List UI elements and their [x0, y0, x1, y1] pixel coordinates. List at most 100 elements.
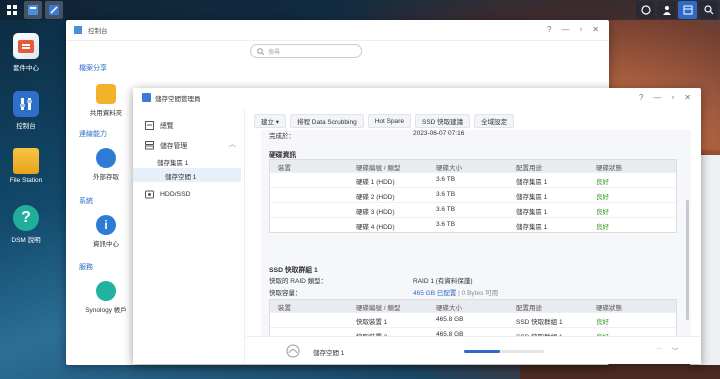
storage-manager-icon: [49, 5, 59, 15]
ssd-cache-advisor-button[interactable]: SSD 快取建議: [414, 114, 471, 128]
disk-size: 3.6 TB: [436, 206, 456, 213]
item-synology-account[interactable]: Synology 帳戶: [76, 281, 136, 314]
user-icon: [662, 6, 671, 15]
control-panel-icon: [74, 26, 82, 34]
cache-capacity-value: 465 GB 已配置 | 0 Bytes 可用: [413, 287, 498, 297]
nav-storage[interactable]: 儲存管理: [145, 140, 187, 150]
volume-summary-bar[interactable]: 儲存空間 1 ··· ﹀: [246, 336, 701, 364]
widgets-icon: [683, 5, 692, 15]
table-row[interactable]: 硬碟 2 (HDD) 3.6 TB 儲存集區 1 良好: [270, 187, 676, 202]
overview-icon: [145, 120, 154, 130]
desktop-icon-file-station[interactable]: File Station: [6, 148, 46, 184]
nav-hdd-ssd[interactable]: HDD/SSD: [145, 190, 191, 199]
search-input[interactable]: 搜尋: [250, 44, 362, 58]
search-button[interactable]: [699, 1, 718, 19]
chevron-down-icon[interactable]: ﹀: [672, 345, 679, 355]
cache-device-allocation: SSD 快取群組 1: [516, 319, 563, 326]
global-settings-button[interactable]: 全域設定: [474, 114, 515, 128]
scrollbar[interactable]: [686, 200, 689, 320]
hot-spare-button[interactable]: Hot Spare: [367, 114, 411, 128]
nav-label: 總覽: [160, 123, 174, 130]
disk-size: 3.6 TB: [436, 191, 456, 198]
account-icon: [96, 281, 116, 301]
close-button[interactable]: ✕: [592, 25, 599, 34]
cache-table-header: 裝置 硬碟編號 / 類型 硬碟大小 配置用途 硬碟狀態: [270, 300, 676, 312]
header-size: 硬碟大小: [436, 305, 462, 312]
nav-overview[interactable]: 總覽: [145, 120, 174, 130]
taskbar: [0, 0, 720, 20]
detail-panel: 完成於： 2023-06-07 07:16 硬碟資訊 裝置 硬碟編號 / 類型 …: [261, 130, 691, 356]
cache-device-id: 快取裝置 1: [356, 319, 388, 326]
nav-volume[interactable]: 儲存空間 1: [165, 171, 196, 181]
storage-manager-titlebar: 儲存空間管理員 ? — ▫ ✕: [133, 88, 701, 108]
item-label: Synology 帳戶: [85, 307, 127, 314]
desktop-icon-label: DSM 說明: [11, 237, 41, 244]
close-button[interactable]: ✕: [684, 93, 691, 102]
raid-type-value: RAID 1 (有資料保護): [413, 278, 473, 285]
create-button[interactable]: 建立 ▾: [254, 114, 287, 128]
volume-usage-fill: [464, 350, 500, 353]
control-panel-icon: [28, 5, 38, 15]
disk-allocation: 儲存集區 1: [516, 209, 548, 216]
folder-icon: [13, 148, 39, 174]
data-scrubbing-button[interactable]: 排程 Data Scrubbing: [290, 114, 364, 128]
taskbar-storage-manager[interactable]: [45, 1, 63, 19]
table-row[interactable]: 快取裝置 1 465.8 GB SSD 快取群組 1 良好: [270, 312, 676, 327]
maximize-button[interactable]: ▫: [579, 25, 582, 34]
disk-allocation: 儲存集區 1: [516, 194, 548, 201]
table-row[interactable]: 硬碟 4 (HDD) 3.6 TB 儲存集區 1 良好: [270, 217, 676, 232]
table-row[interactable]: 硬碟 1 (HDD) 3.6 TB 儲存集區 1 良好: [270, 172, 676, 187]
search-icon: [257, 47, 264, 55]
minimize-button[interactable]: —: [561, 25, 569, 34]
disk-id: 硬碟 2 (HDD): [356, 194, 395, 201]
main-menu-button[interactable]: [3, 1, 21, 19]
item-label: 共用資料夾: [89, 110, 123, 117]
table-row[interactable]: 硬碟 3 (HDD) 3.6 TB 儲存集區 1 良好: [270, 202, 676, 217]
user-button[interactable]: [657, 1, 676, 19]
item-label: 外部存取: [93, 174, 119, 181]
desktop-icon-package-center[interactable]: 套件中心: [6, 33, 46, 72]
help-button[interactable]: ?: [639, 93, 643, 102]
disk-status: 良好: [596, 194, 609, 201]
completed-label: 完成於：: [269, 133, 295, 140]
disk-status: 良好: [596, 209, 609, 216]
widgets-button[interactable]: [678, 1, 697, 19]
header-size: 硬碟大小: [436, 165, 462, 172]
search-placeholder: 搜尋: [268, 49, 281, 56]
disk-status: 良好: [596, 224, 609, 231]
package-center-icon: [13, 33, 39, 59]
help-button[interactable]: ?: [547, 25, 551, 34]
nav-storage-pool[interactable]: 儲存集區 1: [157, 157, 188, 167]
desktop-icon-control-panel[interactable]: 控制台: [6, 91, 46, 130]
ssd-cache-heading: SSD 快取群組 1: [269, 267, 318, 274]
disk-status: 良好: [596, 179, 609, 186]
storage-manager-icon: [142, 93, 151, 102]
volume-icon: [286, 344, 300, 358]
header-disk-type: 硬碟編號 / 類型: [356, 305, 401, 312]
disk-allocation: 儲存集區 1: [516, 179, 548, 186]
more-options-icon[interactable]: ···: [656, 345, 663, 352]
taskbar-control-panel[interactable]: [24, 1, 42, 19]
section-connectivity: 連線能力: [79, 131, 107, 138]
cache-capacity-label: 快取容量：: [269, 290, 302, 297]
item-external-access[interactable]: 外部存取: [76, 148, 136, 181]
raid-type-label: 快取的 RAID 類型：: [269, 278, 328, 285]
help-icon: ?: [13, 205, 39, 231]
disk-size: 3.6 TB: [436, 221, 456, 228]
item-shared-folder[interactable]: 共用資料夾: [76, 84, 136, 117]
maximize-button[interactable]: ▫: [671, 93, 674, 102]
window-title: 控制台: [88, 28, 108, 35]
nav-label: 儲存管理: [160, 143, 188, 150]
chevron-up-icon[interactable]: ︿: [229, 139, 236, 149]
header-allocation: 配置用途: [516, 165, 542, 172]
disk-id: 硬碟 3 (HDD): [356, 209, 395, 216]
desktop-icon-dsm-help[interactable]: ? DSM 說明: [6, 205, 46, 244]
disk-icon: [145, 190, 154, 199]
toolbar: 建立 ▾ 排程 Data Scrubbing Hot Spare SSD 快取建…: [254, 114, 515, 128]
section-file-sharing: 檔案分享: [79, 65, 107, 72]
cache-device-status: 良好: [596, 319, 609, 326]
item-info-center[interactable]: i 資訊中心: [76, 215, 136, 248]
minimize-button[interactable]: —: [653, 93, 661, 102]
chat-button[interactable]: [636, 1, 655, 19]
disk-id: 硬碟 1 (HDD): [356, 179, 395, 186]
